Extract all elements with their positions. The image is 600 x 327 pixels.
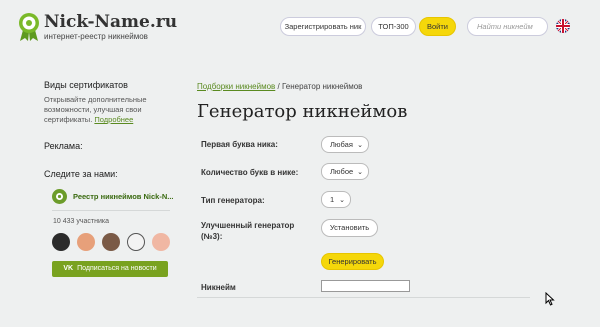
generator-type-label: Тип генератора: [201, 196, 265, 205]
members-count: 10 433 участника [53, 218, 109, 225]
certificates-title: Виды сертификатов [44, 80, 128, 90]
more-link[interactable]: Подробнее [94, 115, 133, 124]
login-button[interactable]: Войти [419, 17, 456, 36]
group-name[interactable]: Реестр никнеймов Nick-N... [73, 192, 174, 201]
ads-label: Реклама: [44, 141, 83, 151]
group-avatar [52, 189, 67, 204]
divider [52, 210, 170, 211]
mouse-cursor-icon [545, 291, 555, 311]
improved-generator-label: Улучшенный генератор (№3): [201, 221, 295, 241]
register-nick-button[interactable]: Зарегистрировать ник [280, 17, 366, 36]
nickname-label: Никнейм [201, 283, 236, 292]
avatar[interactable] [52, 233, 70, 251]
vk-icon: VK [63, 265, 74, 272]
follow-label: Следите за нами: [44, 169, 118, 179]
logo-medal-icon [18, 12, 40, 42]
page-title: Генератор никнеймов [197, 101, 408, 122]
chevron-down-icon: ⌄ [357, 142, 363, 149]
breadcrumb: Подборки никнеймов / Генератор никнеймов [197, 82, 363, 91]
generate-button[interactable]: Генерировать [321, 253, 384, 270]
avatar[interactable] [77, 233, 95, 251]
brand-name: Nick-Name.ru [44, 12, 178, 32]
avatar[interactable] [152, 233, 170, 251]
generator-type-select[interactable]: 1 ⌄ [321, 191, 351, 208]
brand-tagline: интернет-реестр никнеймов [44, 32, 148, 41]
avatar[interactable] [127, 233, 145, 251]
letters-count-select[interactable]: Любое ⌄ [321, 163, 369, 180]
subscribe-news-button[interactable]: VK Подписаться на новости [52, 261, 168, 277]
uk-flag-icon[interactable] [556, 19, 570, 33]
chevron-down-icon: ⌄ [339, 197, 345, 204]
install-button[interactable]: Установить [321, 219, 378, 237]
chevron-down-icon: ⌄ [357, 169, 363, 176]
certificates-block: Виды сертификатов Открывайте дополнитель… [44, 80, 184, 125]
top-300-button[interactable]: ТОП-300 [371, 17, 416, 36]
avatar[interactable] [102, 233, 120, 251]
search-input[interactable] [467, 17, 548, 36]
vk-group-link[interactable]: Реестр никнеймов Nick-N... [52, 189, 174, 204]
logo[interactable]: Nick-Name.ru интернет-реестр никнеймов [18, 12, 177, 42]
first-letter-select[interactable]: Любая ⌄ [321, 136, 369, 153]
divider [197, 297, 530, 298]
certificates-text: Открывайте дополнительные возможности, у… [44, 95, 147, 124]
first-letter-label: Первая буква ника: [201, 140, 278, 149]
letters-count-label: Количество букв в нике: [201, 168, 299, 177]
nickname-output[interactable] [321, 280, 410, 292]
breadcrumb-link[interactable]: Подборки никнеймов [197, 82, 275, 91]
member-avatars [52, 233, 177, 251]
breadcrumb-current: Генератор никнеймов [281, 82, 363, 91]
